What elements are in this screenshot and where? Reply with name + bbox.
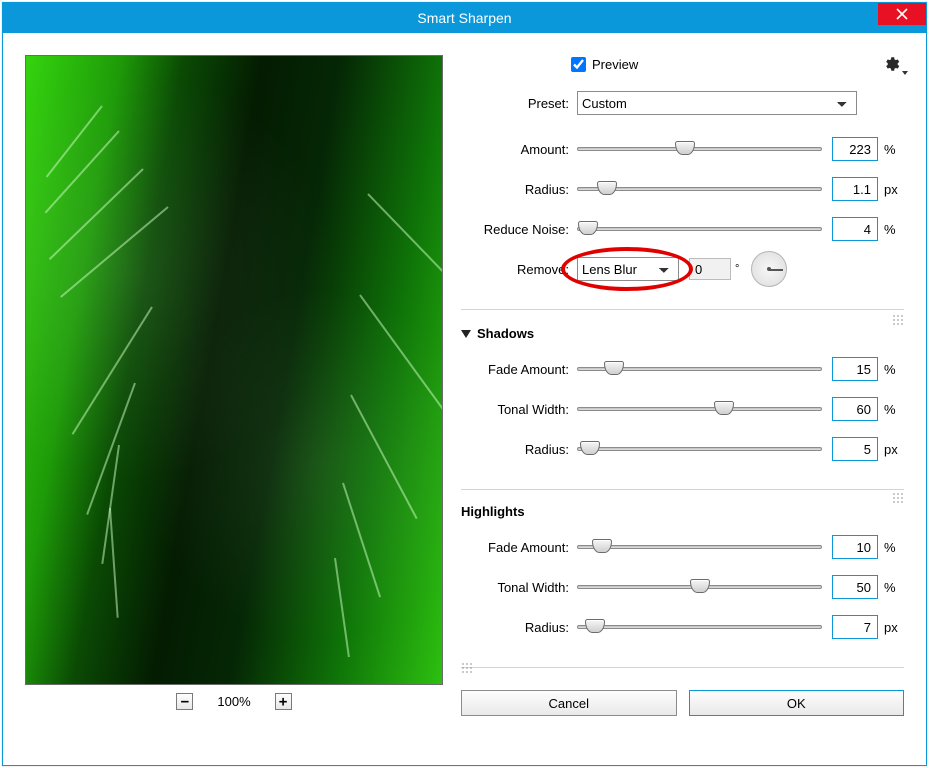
resize-grip-icon bbox=[892, 314, 904, 326]
preview-label: Preview bbox=[592, 57, 638, 72]
shadows-title: Shadows bbox=[477, 326, 534, 341]
hl-radius-unit: px bbox=[878, 620, 904, 635]
chevron-down-icon bbox=[902, 71, 908, 75]
sh-tonal-unit: % bbox=[878, 402, 904, 417]
zoom-level: 100% bbox=[217, 694, 250, 709]
close-icon bbox=[896, 8, 908, 20]
sh-radius-thumb[interactable] bbox=[580, 441, 600, 455]
remove-select[interactable]: Lens Blur bbox=[577, 257, 679, 281]
hl-fade-unit: % bbox=[878, 540, 904, 555]
hl-tonal-label: Tonal Width: bbox=[461, 580, 577, 595]
preview-checkbox[interactable] bbox=[571, 57, 586, 72]
amount-slider[interactable] bbox=[577, 147, 822, 151]
divider bbox=[461, 309, 904, 310]
hl-tonal-thumb[interactable] bbox=[690, 579, 710, 593]
zoom-in-button[interactable]: + bbox=[275, 693, 292, 710]
hl-tonal-unit: % bbox=[878, 580, 904, 595]
reduce-noise-input[interactable] bbox=[832, 217, 878, 241]
window-title: Smart Sharpen bbox=[417, 10, 511, 26]
sh-tonal-input[interactable] bbox=[832, 397, 878, 421]
sh-fade-unit: % bbox=[878, 362, 904, 377]
resize-grip-icon bbox=[892, 492, 904, 504]
sh-fade-label: Fade Amount: bbox=[461, 362, 577, 377]
ok-button[interactable]: OK bbox=[689, 690, 905, 716]
shadows-header[interactable]: Shadows bbox=[461, 326, 904, 341]
preview-checkbox-row[interactable]: Preview bbox=[571, 57, 638, 72]
sh-fade-slider[interactable] bbox=[577, 367, 822, 371]
sh-fade-thumb[interactable] bbox=[604, 361, 624, 375]
hl-fade-slider[interactable] bbox=[577, 545, 822, 549]
amount-label: Amount: bbox=[461, 142, 577, 157]
highlights-title: Highlights bbox=[461, 504, 525, 519]
sh-radius-input[interactable] bbox=[832, 437, 878, 461]
sh-radius-label: Radius: bbox=[461, 442, 577, 457]
settings-gear-button[interactable] bbox=[882, 55, 900, 73]
resize-grip-icon bbox=[461, 662, 473, 674]
hl-radius-label: Radius: bbox=[461, 620, 577, 635]
radius-label: Radius: bbox=[461, 182, 577, 197]
preset-select[interactable]: Custom bbox=[577, 91, 857, 115]
gear-icon bbox=[882, 55, 900, 73]
degree-symbol: ° bbox=[735, 263, 739, 275]
sh-fade-input[interactable] bbox=[832, 357, 878, 381]
amount-input[interactable] bbox=[832, 137, 878, 161]
reduce-noise-slider[interactable] bbox=[577, 227, 822, 231]
close-button[interactable] bbox=[878, 3, 926, 25]
remove-label: Remove: bbox=[461, 262, 577, 277]
hl-fade-thumb[interactable] bbox=[592, 539, 612, 553]
hl-tonal-input[interactable] bbox=[832, 575, 878, 599]
remove-angle-input[interactable] bbox=[689, 258, 731, 280]
preview-image[interactable] bbox=[25, 55, 443, 685]
sh-radius-slider[interactable] bbox=[577, 447, 822, 451]
reduce-noise-label: Reduce Noise: bbox=[461, 222, 577, 237]
radius-slider[interactable] bbox=[577, 187, 822, 191]
preset-label: Preset: bbox=[461, 96, 577, 111]
angle-dial[interactable] bbox=[751, 251, 787, 287]
amount-unit: % bbox=[878, 142, 904, 157]
sh-tonal-label: Tonal Width: bbox=[461, 402, 577, 417]
sh-radius-unit: px bbox=[878, 442, 904, 457]
hl-fade-label: Fade Amount: bbox=[461, 540, 577, 555]
hl-radius-slider[interactable] bbox=[577, 625, 822, 629]
reduce-noise-thumb[interactable] bbox=[578, 221, 598, 235]
cancel-button[interactable]: Cancel bbox=[461, 690, 677, 716]
divider bbox=[461, 489, 904, 490]
zoom-out-button[interactable]: − bbox=[176, 693, 193, 710]
radius-unit: px bbox=[878, 182, 904, 197]
titlebar[interactable]: Smart Sharpen bbox=[3, 3, 926, 33]
sh-tonal-thumb[interactable] bbox=[714, 401, 734, 415]
hl-tonal-slider[interactable] bbox=[577, 585, 822, 589]
hl-radius-thumb[interactable] bbox=[585, 619, 605, 633]
amount-thumb[interactable] bbox=[675, 141, 695, 155]
hl-fade-input[interactable] bbox=[832, 535, 878, 559]
radius-input[interactable] bbox=[832, 177, 878, 201]
divider bbox=[461, 667, 904, 668]
sh-tonal-slider[interactable] bbox=[577, 407, 822, 411]
smart-sharpen-dialog: Smart Sharpen bbox=[2, 2, 927, 766]
reduce-noise-unit: % bbox=[878, 222, 904, 237]
hl-radius-input[interactable] bbox=[832, 615, 878, 639]
highlights-header[interactable]: Highlights bbox=[461, 504, 904, 519]
radius-thumb[interactable] bbox=[597, 181, 617, 195]
caret-down-icon bbox=[461, 330, 471, 338]
